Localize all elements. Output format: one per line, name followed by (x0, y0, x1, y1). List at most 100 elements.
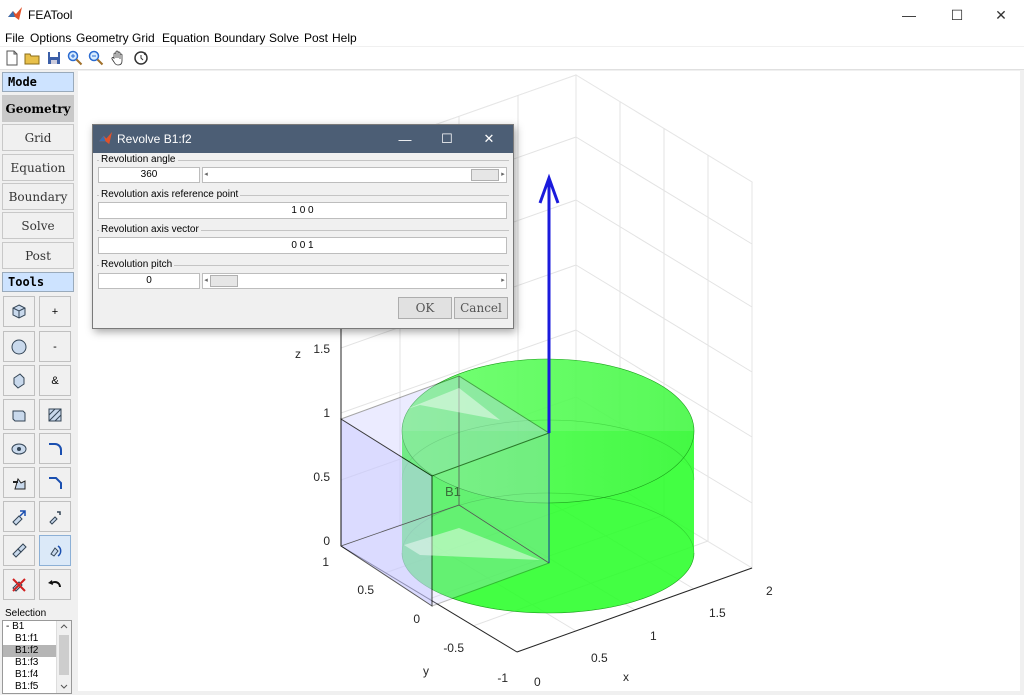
add-box-button[interactable] (3, 399, 35, 430)
y-tick-label: -1 (497, 671, 508, 685)
revolve-object-icon (50, 544, 62, 557)
z-tick-label: 0.5 (313, 470, 330, 484)
pitch-label: Revolution pitch (99, 259, 175, 270)
intersect-label: & (51, 374, 59, 387)
left-panel: Mode Geometry Grid Equation Boundary Sol… (0, 70, 76, 695)
x-tick-label: 1 (650, 629, 657, 643)
mode-equation-button[interactable]: Equation (2, 154, 74, 181)
maximize-button[interactable]: ☐ (934, 0, 980, 30)
undo-button[interactable] (39, 569, 71, 600)
subtract-button[interactable]: - (39, 331, 71, 362)
menu-file[interactable]: File (5, 31, 24, 45)
sphere-icon (11, 339, 27, 354)
view-object-button[interactable] (3, 433, 35, 464)
selection-list[interactable]: - B1 B1:f1 B1:f2 B1:f3 B1:f4 B1:f5 (2, 620, 72, 694)
mode-grid-button[interactable]: Grid (2, 124, 74, 151)
dialog-minimize-button[interactable]: — (385, 125, 425, 153)
add-cube-button[interactable] (3, 296, 35, 327)
minimize-button[interactable]: — (886, 0, 932, 30)
axis-vector-group: Revolution axis vector (97, 224, 509, 235)
union-button[interactable]: + (39, 296, 71, 327)
menu-geometry[interactable]: Geometry (76, 31, 129, 45)
new-file-icon[interactable] (4, 50, 20, 66)
scale-object-icon (49, 510, 61, 525)
slider-left-arrow-icon[interactable]: ◂ (203, 274, 209, 288)
menu-equation[interactable]: Equation (162, 31, 209, 45)
add-sphere-button[interactable] (3, 331, 35, 362)
mode-post-button[interactable]: Post (2, 242, 74, 269)
pitch-input[interactable]: 0 (98, 273, 200, 289)
cube-icon (12, 303, 26, 319)
open-folder-icon[interactable] (24, 50, 40, 66)
ref-point-input[interactable]: 1 0 0 (98, 202, 507, 219)
move-object-icon (12, 509, 26, 526)
delete-button[interactable] (3, 569, 35, 600)
x-tick-label: 1.5 (709, 606, 726, 620)
pitch-slider-thumb[interactable] (210, 275, 238, 287)
selection-scrollbar[interactable] (56, 621, 71, 693)
copy-object-icon (12, 542, 27, 558)
angle-slider-thumb[interactable] (471, 169, 499, 181)
ref-point-label: Revolution axis reference point (99, 189, 241, 200)
union-label: + (51, 305, 59, 318)
menu-boundary[interactable]: Boundary (214, 31, 265, 45)
window-title: FEATool (28, 8, 73, 22)
menu-grid[interactable]: Grid (132, 31, 155, 45)
mode-geometry-button[interactable]: Geometry (2, 95, 74, 122)
delete-object-icon (12, 577, 26, 592)
hatch-fill-icon (48, 408, 62, 421)
slider-right-arrow-icon[interactable]: ▸ (500, 168, 506, 182)
eye-icon (11, 443, 27, 454)
z-tick-label: 1.5 (313, 342, 330, 356)
mode-solve-button[interactable]: Solve (2, 212, 74, 239)
menu-help[interactable]: Help (332, 31, 357, 45)
add-cylinder-button[interactable] (3, 365, 35, 396)
dialog-title-bar[interactable]: Revolve B1:f2 — ☐ ✕ (93, 125, 513, 153)
extrude-button[interactable] (3, 467, 35, 498)
move-button[interactable] (3, 501, 35, 532)
list-item[interactable]: - B1 (3, 621, 58, 633)
undo-icon (48, 579, 61, 587)
save-icon[interactable] (46, 50, 62, 66)
y-tick-label: 0 (413, 612, 420, 626)
mode-boundary-button[interactable]: Boundary (2, 183, 74, 210)
menu-post[interactable]: Post (304, 31, 328, 45)
dialog-maximize-button[interactable]: ☐ (427, 125, 467, 153)
y-tick-label: 0.5 (357, 583, 374, 597)
copy-button[interactable] (3, 535, 35, 566)
scrollbar-arrows-icon (59, 624, 69, 689)
dialog-close-button[interactable]: ✕ (469, 125, 509, 153)
cancel-button[interactable]: Cancel (454, 297, 508, 319)
slider-left-arrow-icon[interactable]: ◂ (203, 168, 209, 182)
z-tick-label: 1 (323, 406, 330, 420)
x-axis-label: x (623, 670, 629, 684)
pitch-slider[interactable]: ◂ ▸ (202, 273, 507, 289)
pan-hand-icon[interactable] (110, 50, 126, 66)
z-axis-label: z (295, 347, 301, 361)
scale-button[interactable] (39, 501, 71, 532)
fillet-button[interactable] (39, 433, 71, 464)
slider-right-arrow-icon[interactable]: ▸ (500, 274, 506, 288)
menu-solve[interactable]: Solve (269, 31, 299, 45)
fillet-curve-icon (49, 442, 62, 455)
rotate-3d-icon[interactable] (133, 50, 149, 66)
zoom-in-icon[interactable] (67, 50, 83, 66)
zoom-out-icon[interactable] (88, 50, 104, 66)
hatch-fill-button[interactable] (39, 399, 71, 430)
y-tick-label: -0.5 (443, 641, 464, 655)
revolve-button[interactable] (39, 535, 71, 566)
subtract-label: - (53, 340, 57, 353)
toolbar (0, 47, 1024, 70)
ok-button[interactable]: OK (398, 297, 452, 319)
axis-vector-input[interactable]: 0 0 1 (98, 237, 507, 254)
object-label-b1: B1 (445, 484, 461, 499)
y-tick-label: 1 (322, 555, 329, 569)
chamfer-button[interactable] (39, 467, 71, 498)
close-button[interactable]: ✕ (978, 0, 1024, 30)
matlab-logo-icon (8, 7, 22, 20)
angle-input[interactable]: 360 (98, 167, 200, 183)
angle-slider[interactable]: ◂ ▸ (202, 167, 507, 183)
dialog-title: Revolve B1:f2 (117, 132, 192, 146)
intersect-button[interactable]: & (39, 365, 71, 396)
menu-options[interactable]: Options (30, 31, 71, 45)
